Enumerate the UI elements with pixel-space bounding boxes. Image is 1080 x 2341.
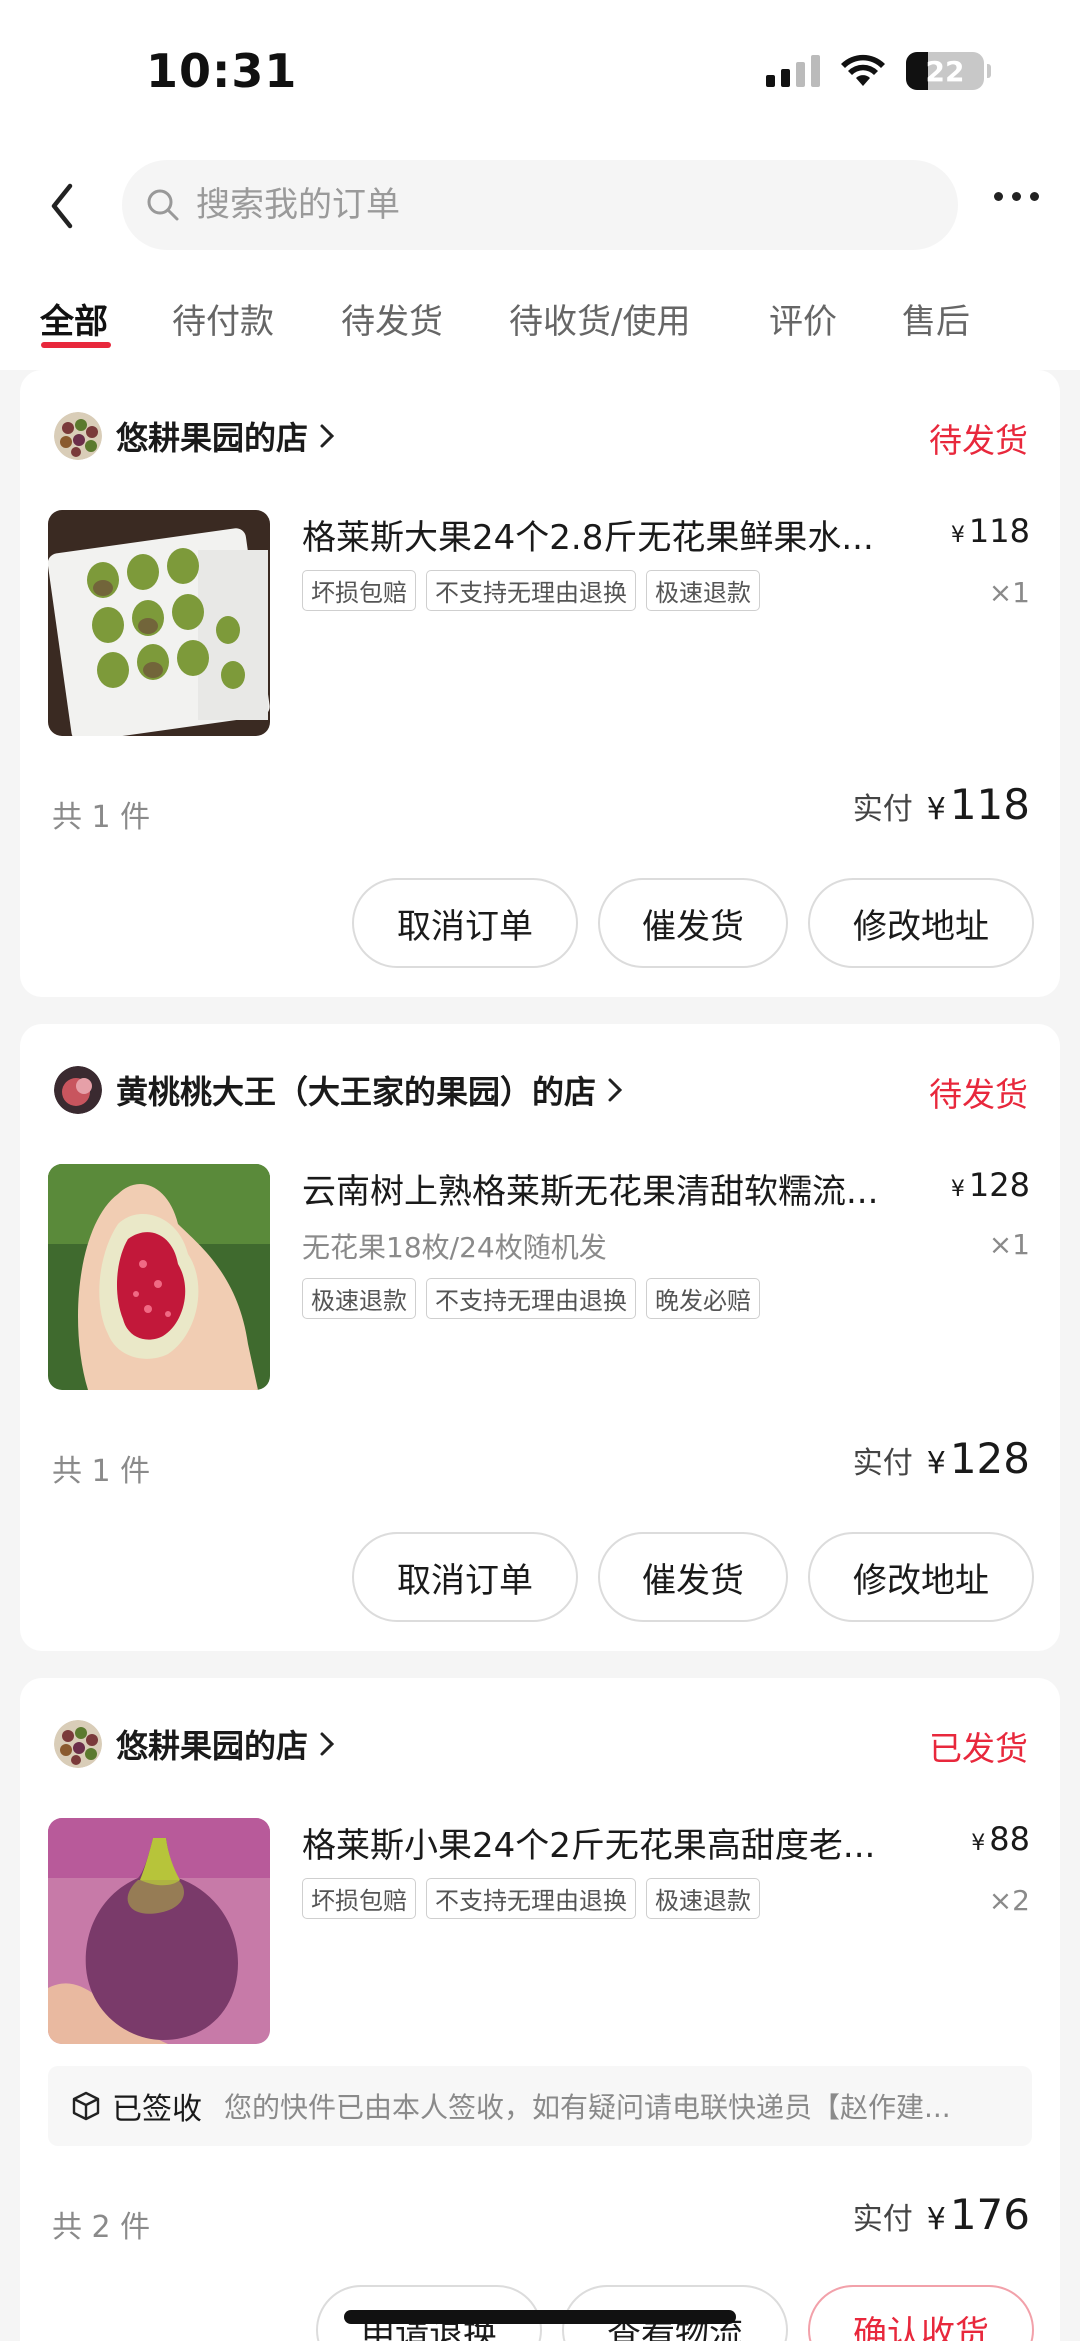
shop-link[interactable]: 悠耕果园的店: [54, 412, 336, 460]
more-options-icon[interactable]: [994, 192, 1039, 201]
battery-level: 22: [925, 54, 965, 88]
order-actions: 取消订单 催发货 修改地址: [352, 1532, 1034, 1622]
service-tag: 极速退款: [302, 1278, 416, 1319]
wifi-icon: [841, 54, 885, 86]
status-bar: 10:31 22: [0, 0, 1080, 150]
status-time: 10:31: [146, 44, 298, 98]
logistics-info[interactable]: 已签收 您的快件已由本人签收，如有疑问请电联快递员【赵作建...: [48, 2066, 1032, 2146]
order-total: 实付 ¥128: [852, 1434, 1030, 1483]
logistics-detail: 您的快件已由本人签收，如有疑问请电联快递员【赵作建...: [224, 2091, 951, 2124]
product-title[interactable]: 格莱斯大果24个2.8斤无花果鲜果水...: [302, 510, 924, 559]
cellular-signal-icon: [766, 55, 820, 87]
shop-avatar: [54, 1066, 102, 1114]
order-status: 已发货: [929, 1729, 1028, 1768]
order-total: 实付 ¥176: [852, 2190, 1030, 2239]
product-quantity: ×1: [988, 576, 1030, 609]
order-card: 黄桃桃大王（大王家的果园）的店 待发货 云南树上熟格莱斯无花果清甜软糯流... …: [20, 1024, 1060, 1651]
service-tag: 极速退款: [646, 570, 760, 611]
shop-avatar: [54, 1720, 102, 1768]
back-icon[interactable]: [40, 176, 90, 236]
cancel-order-button[interactable]: 取消订单: [352, 1532, 578, 1622]
package-icon: [72, 2091, 100, 2121]
urge-shipment-button[interactable]: 催发货: [598, 1532, 788, 1622]
tab-pending-payment[interactable]: 待付款: [172, 294, 274, 343]
service-tag: 不支持无理由退换: [426, 1878, 636, 1919]
search-bar[interactable]: [122, 160, 958, 250]
urge-shipment-button[interactable]: 催发货: [598, 878, 788, 968]
chevron-right-icon: [320, 424, 335, 448]
product-image[interactable]: [48, 1818, 270, 2044]
product-price: ¥128: [950, 1166, 1030, 1204]
battery-icon: 22: [906, 52, 991, 90]
item-count: 共 1 件: [52, 1454, 151, 1489]
service-tag: 不支持无理由退换: [426, 570, 636, 611]
shop-name: 悠耕果园的店: [116, 1727, 309, 1765]
cancel-order-button[interactable]: 取消订单: [352, 878, 578, 968]
tab-after-sales[interactable]: 售后: [902, 294, 970, 343]
service-tags: 坏损包赔 不支持无理由退换 极速退款: [302, 1878, 760, 1919]
order-card: 悠耕果园的店 已发货 格莱斯小果24个2斤无花果高甜度老... ¥88 坏损包赔…: [20, 1678, 1060, 2341]
product-title[interactable]: 格莱斯小果24个2斤无花果高甜度老...: [302, 1818, 924, 1867]
order-status: 待发货: [929, 421, 1028, 460]
service-tag: 坏损包赔: [302, 1878, 416, 1919]
order-actions: 取消订单 催发货 修改地址: [352, 878, 1034, 968]
tab-pending-receipt[interactable]: 待收货/使用: [509, 294, 690, 343]
order-tabs: 全部 待付款 待发货 待收货/使用 评价 售后: [0, 270, 1080, 370]
item-count: 共 2 件: [52, 2210, 151, 2245]
product-image[interactable]: [48, 510, 270, 736]
product-image[interactable]: [48, 1164, 270, 1390]
top-nav: [0, 150, 1080, 270]
chevron-right-icon: [320, 1732, 335, 1756]
product-price: ¥118: [950, 512, 1030, 550]
service-tag: 晚发必赔: [646, 1278, 760, 1319]
tab-pending-shipment[interactable]: 待发货: [341, 294, 443, 343]
change-address-button[interactable]: 修改地址: [808, 878, 1034, 968]
shop-name: 黄桃桃大王（大王家的果园）的店: [116, 1073, 597, 1111]
logistics-status: 已签收: [112, 2092, 202, 2127]
change-address-button[interactable]: 修改地址: [808, 1532, 1034, 1622]
service-tags: 坏损包赔 不支持无理由退换 极速退款: [302, 570, 760, 611]
tab-review[interactable]: 评价: [769, 294, 837, 343]
active-tab-indicator: [41, 342, 111, 348]
service-tags: 极速退款 不支持无理由退换 晚发必赔: [302, 1278, 760, 1319]
tab-all[interactable]: 全部: [40, 294, 108, 343]
status-icons: 22: [766, 52, 991, 90]
product-quantity: ×1: [988, 1228, 1030, 1261]
chevron-right-icon: [608, 1078, 623, 1102]
search-icon: [147, 189, 179, 221]
shop-name: 悠耕果园的店: [116, 419, 309, 457]
product-quantity: ×2: [988, 1884, 1030, 1917]
order-card: 悠耕果园的店 待发货 格莱斯大果24个2.8斤无花果鲜果水... ¥118 坏损…: [20, 370, 1060, 997]
confirm-receipt-button[interactable]: 确认收货: [808, 2285, 1034, 2341]
shop-link[interactable]: 悠耕果园的店: [54, 1720, 336, 1768]
product-title[interactable]: 云南树上熟格莱斯无花果清甜软糯流...: [302, 1164, 924, 1213]
product-variant: 无花果18枚/24枚随机发: [302, 1231, 607, 1264]
service-tag: 不支持无理由退换: [426, 1278, 636, 1319]
item-count: 共 1 件: [52, 800, 151, 835]
search-input[interactable]: [196, 185, 896, 225]
order-total: 实付 ¥118: [852, 780, 1030, 829]
shop-avatar: [54, 412, 102, 460]
order-status: 待发货: [929, 1075, 1028, 1114]
product-price: ¥88: [971, 1820, 1030, 1858]
shop-link[interactable]: 黄桃桃大王（大王家的果园）的店: [54, 1066, 624, 1114]
service-tag: 极速退款: [646, 1878, 760, 1919]
home-indicator: [344, 2310, 736, 2324]
service-tag: 坏损包赔: [302, 570, 416, 611]
